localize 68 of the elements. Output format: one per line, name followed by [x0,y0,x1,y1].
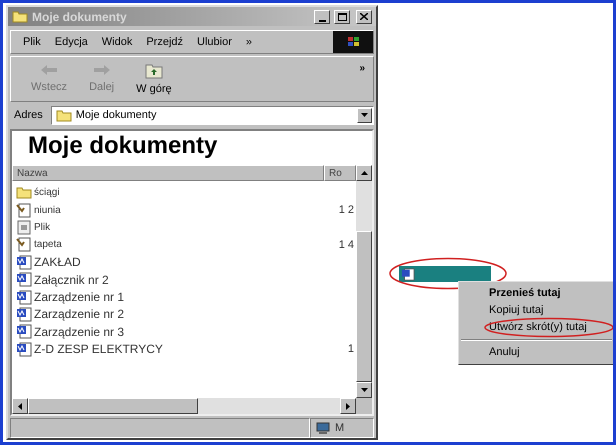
menu-item[interactable]: Widok [102,34,132,50]
file-name[interactable]: tapeta [34,237,337,252]
window-title: Moje dokumenty [32,8,128,26]
horizontal-scrollbar[interactable] [12,398,372,414]
address-field[interactable]: Moje dokumenty [50,106,374,124]
menu-item[interactable]: » [246,34,252,50]
windows-logo-icon [333,31,373,53]
column-header[interactable]: Nazwa [12,165,324,181]
minimize-button[interactable] [314,10,330,24]
file-size: 1 [348,342,355,357]
zone-label: M [335,420,344,436]
menu-item[interactable]: Anuluj [489,344,520,361]
folder-icon [16,186,32,200]
file-name[interactable]: niunia [34,202,337,218]
document-icon [16,254,32,270]
maximize-icon [338,12,346,20]
maximize-button[interactable] [334,10,350,24]
menu-item[interactable]: Przejdź [146,34,184,50]
computer-icon [315,422,331,434]
caret-icon [360,388,368,392]
scroll-left-button[interactable] [12,398,28,414]
folder-icon [56,108,72,122]
scroll-thumb[interactable] [28,398,198,414]
file-name[interactable]: Zarządzenie nr 1 [34,288,356,306]
menu-item[interactable]: Przenieś tutaj [489,285,561,302]
file-name[interactable]: Zarządzenie nr 3 [34,322,356,341]
document-icon [16,272,32,288]
document-icon [16,290,32,305]
close-icon [360,13,368,20]
scroll-right-button[interactable] [340,398,356,414]
dragged-item[interactable] [399,266,491,282]
address-label: Adres [13,108,44,123]
file-name[interactable]: ściągi [34,185,356,200]
document-icon [16,342,32,357]
file-name[interactable]: ZAKŁAD [34,253,356,272]
document-icon [401,268,415,280]
caret-icon [360,171,368,175]
file-size: 1 2 [338,202,355,218]
vertical-scrollbar[interactable] [356,181,372,398]
file-size: 1 4 [338,238,355,253]
scroll-up-button[interactable] [356,165,372,181]
toolbar-button[interactable]: W górę [136,60,172,98]
document-icon [16,306,32,322]
caret-icon [361,113,368,117]
caret-icon [346,402,350,410]
menu-item[interactable]: Edycja [54,34,88,50]
menu-item[interactable]: Plik [23,34,41,50]
menu-item[interactable]: Ulubior [197,34,232,50]
file-name[interactable]: Plik [34,220,356,235]
file-name[interactable]: Załącznik nr 2 [34,270,356,289]
folder-heading: Moje dokumenty [27,131,218,161]
file-name[interactable]: Z-D ZESP ELEKTRYCY [34,340,346,358]
file-name[interactable]: Zarządzenie nr 2 [34,305,356,324]
file-icon [16,220,32,235]
column-header[interactable]: Ro [324,165,356,181]
forward-arrow-icon [92,62,112,77]
scroll-thumb[interactable] [356,231,372,382]
scrollbar-corner [356,398,372,414]
close-button[interactable] [356,10,372,24]
toolbar-overflow[interactable]: » [359,57,373,76]
dropdown-button[interactable] [357,108,372,122]
menu-item[interactable]: Kopiuj tutaj [489,302,544,319]
minimize-icon [318,18,326,22]
back-arrow-icon [39,62,60,77]
scroll-down-button[interactable] [356,382,372,398]
document-icon [16,324,32,340]
folder-icon [12,10,28,23]
caret-icon [18,402,22,410]
